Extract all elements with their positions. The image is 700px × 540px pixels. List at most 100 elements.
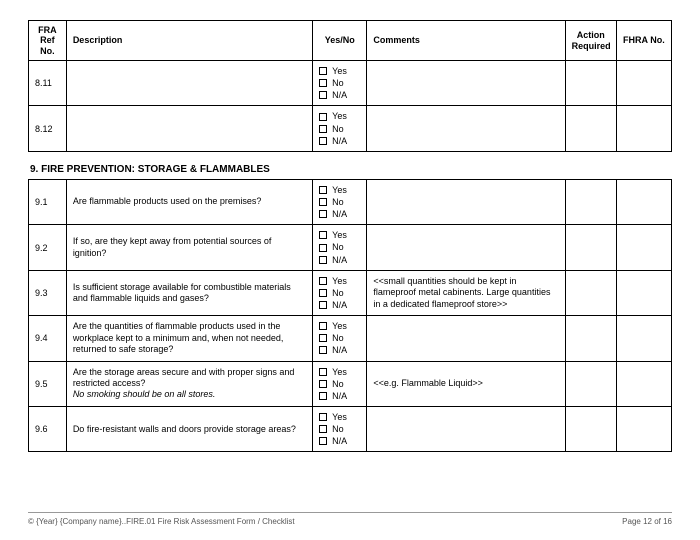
checkbox-yes[interactable] <box>319 67 327 75</box>
header-description: Description <box>66 21 312 61</box>
label-na: N/A <box>332 135 347 147</box>
checkbox-yes[interactable] <box>319 413 327 421</box>
document-page: FRA Ref No. Description Yes/No Comments … <box>0 0 700 452</box>
description-cell <box>66 106 312 151</box>
comments-cell <box>367 106 565 151</box>
fhra-cell <box>616 361 671 406</box>
comments-cell <box>367 316 565 361</box>
checkbox-no[interactable] <box>319 79 327 87</box>
yesno-cell: Yes No N/A <box>313 406 367 451</box>
label-na: N/A <box>332 89 347 101</box>
label-yes: Yes <box>332 110 347 122</box>
label-no: No <box>332 77 344 89</box>
description-cell: Do fire-resistant walls and doors provid… <box>66 406 312 451</box>
description-italic: No smoking should be on all stores. <box>73 389 216 399</box>
comments-cell <box>367 225 565 270</box>
comments-cell: <<small quantities should be kept in fla… <box>367 270 565 315</box>
comments-cell <box>367 406 565 451</box>
action-cell <box>565 361 616 406</box>
yesno-cell: Yes No N/A <box>313 225 367 270</box>
action-cell <box>565 61 616 106</box>
footer-right: Page 12 of 16 <box>622 517 672 526</box>
ref-cell: 9.3 <box>29 270 67 315</box>
label-yes: Yes <box>332 366 347 378</box>
label-na: N/A <box>332 208 347 220</box>
label-no: No <box>332 241 344 253</box>
checkbox-na[interactable] <box>319 437 327 445</box>
description-cell: Are the storage areas secure and with pr… <box>66 361 312 406</box>
table-row: 9.6 Do fire-resistant walls and doors pr… <box>29 406 672 451</box>
checkbox-yes[interactable] <box>319 186 327 194</box>
checkbox-no[interactable] <box>319 380 327 388</box>
header-fhra: FHRA No. <box>616 21 671 61</box>
table-header-row: FRA Ref No. Description Yes/No Comments … <box>29 21 672 61</box>
table-row: 8.11 Yes No N/A <box>29 61 672 106</box>
checkbox-no[interactable] <box>319 198 327 206</box>
yesno-cell: Yes No N/A <box>313 106 367 151</box>
fhra-cell <box>616 179 671 224</box>
header-action: Action Required <box>565 21 616 61</box>
checkbox-na[interactable] <box>319 301 327 309</box>
comments-cell <box>367 179 565 224</box>
label-na: N/A <box>332 254 347 266</box>
checkbox-yes[interactable] <box>319 322 327 330</box>
table-row: 9.3 Is sufficient storage available for … <box>29 270 672 315</box>
label-na: N/A <box>332 299 347 311</box>
checkbox-na[interactable] <box>319 392 327 400</box>
section-table: 9.1 Are flammable products used on the p… <box>28 179 672 453</box>
label-no: No <box>332 423 344 435</box>
action-cell <box>565 179 616 224</box>
action-cell <box>565 106 616 151</box>
yesno-cell: Yes No N/A <box>313 270 367 315</box>
footer-left: © {Year} {Company name}..FIRE.01 Fire Ri… <box>28 517 295 526</box>
checkbox-no[interactable] <box>319 289 327 297</box>
label-na: N/A <box>332 390 347 402</box>
yesno-cell: Yes No N/A <box>313 179 367 224</box>
checkbox-na[interactable] <box>319 91 327 99</box>
table-row: 9.4 Are the quantities of flammable prod… <box>29 316 672 361</box>
checkbox-no[interactable] <box>319 334 327 342</box>
checkbox-yes[interactable] <box>319 368 327 376</box>
yesno-cell: Yes No N/A <box>313 361 367 406</box>
description-text: Are the storage areas secure and with pr… <box>73 367 295 388</box>
checkbox-na[interactable] <box>319 210 327 218</box>
description-cell: If so, are they kept away from potential… <box>66 225 312 270</box>
checkbox-no[interactable] <box>319 244 327 252</box>
ref-cell: 9.5 <box>29 361 67 406</box>
label-yes: Yes <box>332 65 347 77</box>
action-cell <box>565 316 616 361</box>
comments-cell: <<e.g. Flammable Liquid>> <box>367 361 565 406</box>
label-no: No <box>332 332 344 344</box>
checkbox-na[interactable] <box>319 137 327 145</box>
checkbox-na[interactable] <box>319 256 327 264</box>
ref-cell: 9.4 <box>29 316 67 361</box>
checkbox-no[interactable] <box>319 425 327 433</box>
page-footer: © {Year} {Company name}..FIRE.01 Fire Ri… <box>28 512 672 526</box>
description-cell: Are flammable products used on the premi… <box>66 179 312 224</box>
header-comments: Comments <box>367 21 565 61</box>
action-cell <box>565 225 616 270</box>
fhra-cell <box>616 406 671 451</box>
fhra-cell <box>616 270 671 315</box>
action-cell <box>565 270 616 315</box>
checkbox-no[interactable] <box>319 125 327 133</box>
label-na: N/A <box>332 435 347 447</box>
checkbox-yes[interactable] <box>319 113 327 121</box>
yesno-cell: Yes No N/A <box>313 61 367 106</box>
label-yes: Yes <box>332 411 347 423</box>
header-yesno: Yes/No <box>313 21 367 61</box>
label-yes: Yes <box>332 320 347 332</box>
checkbox-yes[interactable] <box>319 231 327 239</box>
label-no: No <box>332 378 344 390</box>
ref-cell: 8.12 <box>29 106 67 151</box>
label-yes: Yes <box>332 275 347 287</box>
comments-cell <box>367 61 565 106</box>
section-title: 9. FIRE PREVENTION: STORAGE & FLAMMABLES <box>30 164 672 175</box>
label-yes: Yes <box>332 184 347 196</box>
label-no: No <box>332 196 344 208</box>
checkbox-na[interactable] <box>319 346 327 354</box>
top-table: FRA Ref No. Description Yes/No Comments … <box>28 20 672 152</box>
yesno-cell: Yes No N/A <box>313 316 367 361</box>
checkbox-yes[interactable] <box>319 277 327 285</box>
label-na: N/A <box>332 344 347 356</box>
